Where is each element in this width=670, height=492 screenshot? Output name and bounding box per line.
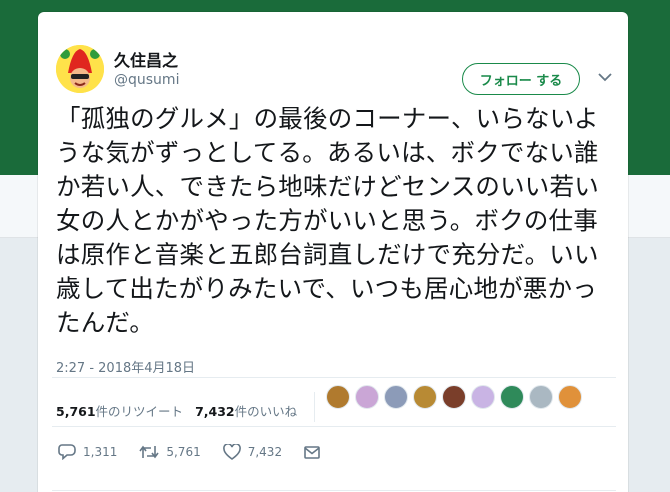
reply-count: 1,311 xyxy=(83,445,118,459)
likes-label: 件のいいね xyxy=(234,404,298,419)
tweet-timestamp[interactable]: 2:27 - 2018年4月18日 xyxy=(56,357,195,376)
stats-separator xyxy=(314,392,315,422)
retweets-count: 5,761 xyxy=(56,404,96,419)
reply-button[interactable]: 1,311 xyxy=(58,444,117,460)
like-count: 7,432 xyxy=(247,445,283,459)
red-beanie-character-avatar-icon xyxy=(56,45,104,93)
chevron-down-icon xyxy=(598,72,612,81)
liker-avatar-7-icon[interactable] xyxy=(500,385,524,409)
liker-avatar-6-icon[interactable] xyxy=(471,385,495,409)
retweet-icon xyxy=(139,445,159,459)
liker-avatar-9-icon[interactable] xyxy=(558,385,582,409)
tweet-actions: 1,311 5,761 7,432 xyxy=(58,444,320,460)
engagement-stats: 5,761件のリツイート 7,432件のいいね xyxy=(56,401,297,420)
card-bottom-divider xyxy=(52,490,616,491)
likers-avatars xyxy=(326,385,582,409)
liker-avatar-2-icon[interactable] xyxy=(355,385,379,409)
liker-avatar-1-icon[interactable] xyxy=(326,385,350,409)
user-handle[interactable]: @qusumi xyxy=(114,72,179,88)
retweet-count: 5,761 xyxy=(166,445,201,459)
retweet-button[interactable]: 5,761 xyxy=(139,444,201,460)
more-options-button[interactable] xyxy=(596,68,614,86)
direct-message-button[interactable] xyxy=(304,445,320,459)
tweet-card: 久住昌之 @qusumi フォロー する 「孤独のグルメ」の最後のコーナー、いら… xyxy=(38,12,628,492)
retweets-stat[interactable]: 5,761件のリツイート xyxy=(56,401,183,420)
heart-icon xyxy=(222,444,241,460)
liker-avatar-3-icon[interactable] xyxy=(384,385,408,409)
likes-stat[interactable]: 7,432件のいいね xyxy=(195,401,297,420)
user-avatar[interactable] xyxy=(56,45,104,93)
follow-button[interactable]: フォロー する xyxy=(462,63,580,95)
divider xyxy=(52,426,616,427)
display-name[interactable]: 久住昌之 xyxy=(114,47,178,71)
reply-icon xyxy=(58,444,76,460)
liker-avatar-default-icon[interactable] xyxy=(529,385,553,409)
tweet-text: 「孤独のグルメ」の最後のコーナー、いらないような気がずっとしてる。あるいは、ボク… xyxy=(56,104,599,337)
divider xyxy=(52,377,616,378)
retweets-label: 件のリツイート xyxy=(95,404,184,419)
likes-count: 7,432 xyxy=(195,404,235,419)
liker-avatar-4-icon[interactable] xyxy=(413,385,437,409)
liker-avatar-5-icon[interactable] xyxy=(442,385,466,409)
envelope-icon xyxy=(304,445,320,459)
like-button[interactable]: 7,432 xyxy=(222,444,283,460)
